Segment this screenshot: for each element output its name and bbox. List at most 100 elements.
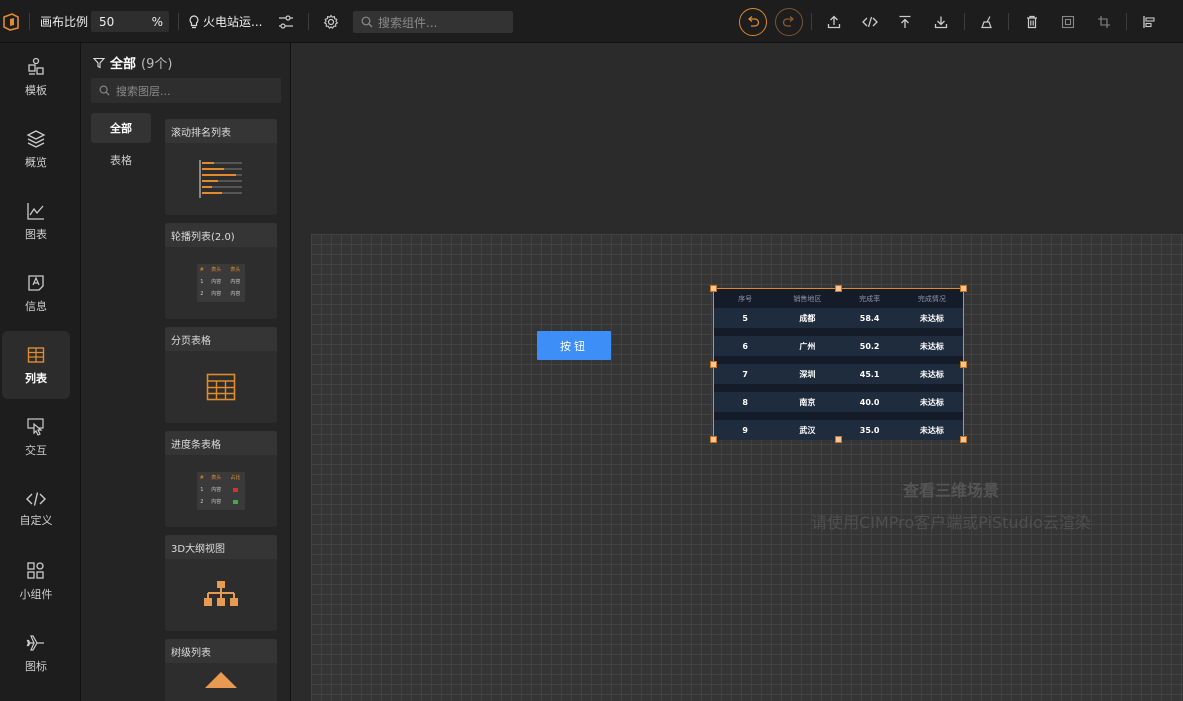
carousel-table-icon: # 表头 表头 1 内容 内容 2 内容 内容 — [165, 247, 277, 319]
thumb-cell: 1 — [200, 279, 204, 285]
table-cell: 武汉 — [799, 425, 816, 435]
settings-button[interactable] — [318, 9, 344, 35]
component-card-progress-table[interactable]: 进度条表格 # 表头 占比 1 内容 2 内容 — [165, 431, 277, 527]
table-cell: 50.2 — [859, 341, 880, 351]
nav-item-interaction[interactable]: 交互 — [2, 403, 70, 471]
layer-search-input[interactable]: 搜索图层... — [91, 78, 281, 103]
ungroup-button[interactable] — [1091, 9, 1117, 35]
nav-item-overview[interactable]: 概览 — [2, 115, 70, 183]
group-icon — [1061, 15, 1075, 29]
code-icon — [26, 491, 46, 506]
resize-handle-left[interactable] — [710, 361, 717, 368]
table-cell: 广州 — [799, 341, 816, 351]
nav-label: 小组件 — [19, 587, 53, 601]
nav-label: 概览 — [25, 155, 47, 169]
component-card-3d-outline[interactable]: 3D大纲视图 — [165, 535, 277, 631]
nav-item-info[interactable]: 信息 — [2, 259, 70, 327]
thumb-cell: 内容 — [211, 487, 222, 493]
table-row: 6 广州 50.2 未达标 — [714, 336, 963, 356]
delete-button[interactable] — [1019, 9, 1045, 35]
panel-header[interactable]: 全部 (9个) — [93, 53, 172, 72]
table-cell: 58.4 — [859, 313, 880, 323]
table-header-cell: 序号 — [738, 294, 753, 303]
nav-item-widgets[interactable]: 小组件 — [2, 547, 70, 615]
category-all[interactable]: 全部 — [91, 113, 151, 143]
table-cell: 未达标 — [919, 341, 944, 351]
broom-icon — [981, 16, 992, 29]
component-card-paged-table[interactable]: 分页表格 — [165, 327, 277, 423]
resize-handle-bottom-right[interactable] — [960, 436, 967, 443]
resize-handle-top-right[interactable] — [960, 285, 967, 292]
thumb-progress-bar — [226, 500, 245, 504]
top-toolbar: 画布比例 50 % 火电站运... 搜索组件... — [0, 0, 1183, 43]
thumb-cell: 内容 — [211, 499, 222, 505]
resize-handle-bottom-left[interactable] — [710, 436, 717, 443]
undo-button[interactable] — [739, 8, 767, 36]
panel-count: (9个) — [141, 57, 173, 72]
category-table[interactable]: 表格 — [91, 145, 151, 175]
scene-selector[interactable]: 火电站运... — [188, 0, 262, 43]
align-left-button[interactable] — [1136, 9, 1162, 35]
search-placeholder: 搜索图层... — [116, 84, 171, 98]
nav-item-chart[interactable]: 图表 — [2, 187, 70, 255]
canvas-button-widget[interactable]: 按钮 — [537, 331, 611, 360]
table-cell: 成都 — [799, 313, 816, 323]
layers-icon — [26, 129, 46, 148]
resize-handle-right[interactable] — [960, 361, 967, 368]
canvas-ratio-label: 画布比例 — [40, 15, 89, 29]
upload-icon — [827, 15, 841, 29]
publish-button[interactable] — [892, 9, 918, 35]
nav-item-icons[interactable]: 图标 — [2, 619, 70, 687]
adjust-settings-button[interactable] — [273, 9, 299, 35]
widgets-icon — [27, 561, 44, 579]
component-list: 滚动排名列表 轮播列表(2.0) # 表头 表头 1 内容 内容 2 内容 内容… — [163, 113, 278, 701]
publish-icon — [899, 15, 911, 28]
thumb-cell: 内容 — [230, 279, 241, 285]
clean-button[interactable] — [974, 9, 1000, 35]
design-canvas[interactable]: 按钮 序号 销售地区 完成率 完成情况 5 成都 58.4 未达标 6 广州 5… — [311, 234, 1183, 701]
upload-button[interactable] — [821, 9, 847, 35]
group-button[interactable] — [1055, 9, 1081, 35]
thumb-header: 表头 — [211, 267, 222, 273]
thumb-header: 占比 — [230, 475, 241, 481]
redo-button[interactable] — [775, 8, 803, 36]
trash-icon — [1027, 15, 1037, 29]
panel-title: 全部 — [110, 57, 137, 72]
ranking-list-icon — [165, 143, 277, 215]
table-cell: 6 — [742, 341, 748, 351]
nav-label: 交互 — [25, 443, 47, 457]
component-panel: 全部 (9个) 搜索图层... 全部 表格 滚动排名列表 轮播列表(2.0) #… — [81, 43, 291, 701]
gear-icon — [323, 14, 339, 30]
resize-handle-top-left[interactable] — [710, 285, 717, 292]
table-row: 7 深圳 45.1 未达标 — [714, 364, 963, 384]
thumb-progress-bar — [226, 488, 245, 492]
nav-item-list[interactable]: 列表 — [2, 331, 70, 399]
thumb-cell: 1 — [200, 487, 204, 493]
canvas-ratio-input[interactable]: 50 % — [91, 11, 169, 32]
separator — [1008, 13, 1009, 30]
thumb-header: 表头 — [230, 267, 241, 273]
table-cell: 45.1 — [859, 369, 880, 379]
app-window: 画布比例 50 % 火电站运... 搜索组件... 模板 概览 图表 信息 列表… — [0, 0, 1183, 701]
component-search-input[interactable]: 搜索组件... — [353, 11, 513, 33]
component-card-carousel-list[interactable]: 轮播列表(2.0) # 表头 表头 1 内容 内容 2 内容 内容 — [165, 223, 277, 319]
separator — [29, 13, 30, 30]
resize-handle-top[interactable] — [835, 285, 842, 292]
bulb-icon — [189, 14, 199, 28]
download-button[interactable] — [928, 9, 954, 35]
chart-icon — [27, 202, 44, 220]
component-card-ranking-list[interactable]: 滚动排名列表 — [165, 119, 277, 215]
resize-handle-bottom[interactable] — [835, 436, 842, 443]
nav-item-template[interactable]: 模板 — [2, 43, 70, 111]
thumb-cell: 内容 — [211, 279, 222, 285]
table-cell: 40.0 — [859, 397, 880, 407]
align-left-icon — [1143, 16, 1155, 28]
workspace: 按钮 序号 销售地区 完成率 完成情况 5 成都 58.4 未达标 6 广州 5… — [291, 43, 1183, 701]
table-cell: 35.0 — [859, 425, 880, 435]
tree-list-icon — [165, 663, 277, 701]
code-button[interactable] — [857, 9, 883, 35]
table-cell: 未达标 — [919, 369, 944, 379]
nav-item-custom[interactable]: 自定义 — [2, 475, 70, 543]
component-card-tree-list[interactable]: 树级列表 — [165, 639, 277, 701]
table-widget[interactable]: 序号 销售地区 完成率 完成情况 5 成都 58.4 未达标 6 广州 50.2… — [713, 288, 964, 440]
